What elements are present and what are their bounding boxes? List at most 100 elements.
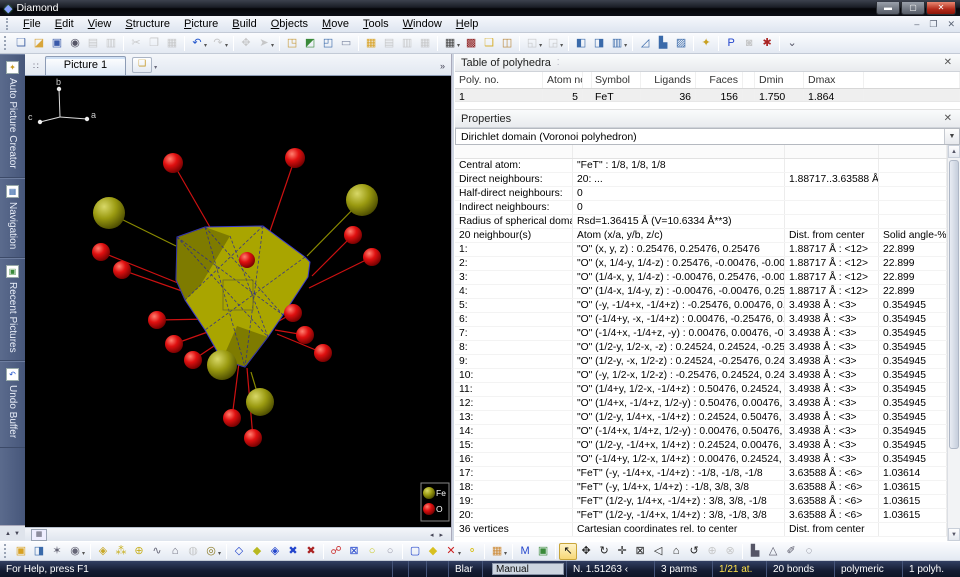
- property-row[interactable]: 15:"O" (1/2-y, -1/4+x, 1/4+z) : 0.24524,…: [455, 439, 947, 453]
- new-picture-dropdown-icon[interactable]: ▾: [154, 64, 157, 71]
- redo-icon[interactable]: ↷: [209, 35, 227, 52]
- panel-drag-handle-icon[interactable]: ⁚: [557, 58, 560, 67]
- spin-icon[interactable]: ↺: [685, 543, 703, 560]
- property-row[interactable]: 2:"O" (x, 1/4-y, 1/4-z) : 0.25476, -0.00…: [455, 257, 947, 271]
- powder-pattern-icon[interactable]: P: [722, 35, 740, 52]
- property-row[interactable]: Central atom:"FeT" : 1/8, 1/8, 1/8: [455, 159, 947, 173]
- mdi-restore-button[interactable]: ❐: [924, 19, 942, 30]
- sidebar-tab-recent-pictures[interactable]: ▣ Recent Pictures: [0, 258, 25, 362]
- menu-move[interactable]: Move: [315, 17, 356, 31]
- property-row[interactable]: 11:"O" (1/4+y, 1/2-x, -1/4+z) : 0.50476,…: [455, 383, 947, 397]
- property-row[interactable]: 16:"O" (-1/4+y, 1/2-x, 1/4+z) : 0.00476,…: [455, 453, 947, 467]
- remove-bonds-dropdown-icon[interactable]: ▾: [458, 550, 461, 557]
- menu-view[interactable]: View: [81, 17, 119, 31]
- rings-search-icon[interactable]: ○: [363, 543, 381, 560]
- atom-o[interactable]: [239, 252, 255, 268]
- translate-icon[interactable]: ✛: [613, 543, 631, 560]
- atom-o[interactable]: [223, 409, 241, 427]
- export-view-icon[interactable]: ◨: [30, 543, 48, 560]
- property-row[interactable]: 10:"O" (-y, 1/2-x, 1/2-z) : -0.25476, 0.…: [455, 369, 947, 383]
- move-center-icon[interactable]: ✥: [577, 543, 595, 560]
- fe-coordination-icon[interactable]: ⚬: [463, 543, 481, 560]
- menu-build[interactable]: Build: [225, 17, 263, 31]
- property-row[interactable]: 18:"FeT" (-y, 1/4+x, 1/4+z) : -1/8, 3/8,…: [455, 481, 947, 495]
- toolbar-grip[interactable]: [4, 544, 8, 558]
- tab-overflow-chevron-icon[interactable]: »: [436, 61, 449, 75]
- tab-picture-1[interactable]: Picture 1: [45, 56, 126, 75]
- toolbar-overflow-icon[interactable]: ⌄: [783, 35, 801, 52]
- paint-tool-icon[interactable]: ✐: [782, 543, 800, 560]
- elevate-icon[interactable]: ⌂: [667, 543, 685, 560]
- property-row[interactable]: 19:"FeT" (1/2-y, 1/4+x, -1/4+z) : 3/8, 3…: [455, 495, 947, 509]
- save-icon[interactable]: ▣: [48, 35, 66, 52]
- polygon-fill-icon[interactable]: ◆: [248, 543, 266, 560]
- bring-forward-icon[interactable]: ◲: [544, 35, 562, 52]
- property-row[interactable]: 36 verticesCartesian coordinates rel. to…: [455, 523, 947, 537]
- new-picture-tab-button[interactable]: ❑: [132, 57, 152, 73]
- property-row[interactable]: 3:"O" (1/4-x, y, 1/4-z) : -0.00476, 0.25…: [455, 271, 947, 285]
- connect-atoms-icon[interactable]: ∿: [148, 543, 166, 560]
- atom-o[interactable]: [244, 429, 262, 447]
- track-2-icon[interactable]: ⊗: [721, 543, 739, 560]
- viewing-tools-dropdown-icon[interactable]: ▾: [82, 550, 85, 557]
- properties-close-icon[interactable]: ✕: [942, 113, 954, 124]
- window-picture-icon[interactable]: ◩: [301, 35, 319, 52]
- mdi-minimize-button[interactable]: –: [909, 19, 924, 29]
- grid-view-dropdown-icon[interactable]: ▾: [457, 42, 460, 49]
- print-preview-icon[interactable]: ▤: [84, 35, 102, 52]
- property-row[interactable]: 6:"O" (-1/4+y, -x, -1/4+z) : 0.00476, -0…: [455, 313, 947, 327]
- menu-tools[interactable]: Tools: [356, 17, 396, 31]
- window-new-icon[interactable]: ◳: [283, 35, 301, 52]
- atom-o[interactable]: [296, 326, 314, 344]
- chart-histogram-icon[interactable]: ▙: [654, 35, 672, 52]
- property-row[interactable]: 14:"O" (-1/4+x, 1/4+z, 1/2-y) : 0.00476,…: [455, 425, 947, 439]
- destroy-polyhedra-icon[interactable]: ✖: [284, 543, 302, 560]
- rotate-c-icon[interactable]: ↻: [595, 543, 613, 560]
- preferences-tools-icon[interactable]: ✱: [758, 35, 776, 52]
- sidebar-tab-auto-picture-creator[interactable]: ✦ Auto Picture Creator: [0, 54, 25, 178]
- combobox-dropdown-icon[interactable]: ▼: [944, 129, 959, 144]
- property-row[interactable]: Indirect neighbours:0: [455, 201, 947, 215]
- build-network-icon[interactable]: ⌂: [166, 543, 184, 560]
- atom-o[interactable]: [163, 153, 183, 173]
- atom-o[interactable]: [314, 344, 332, 362]
- zoom-fit-icon[interactable]: ⊠: [631, 543, 649, 560]
- polyhedra-table-row[interactable]: 15FeT361561.7501.864: [455, 89, 960, 102]
- property-row[interactable]: Radius of spherical domain:Rsd=1.36415 Å…: [455, 215, 947, 229]
- property-row[interactable]: 5:"O" (-y, -1/4+x, -1/4+z) : -0.25476, 0…: [455, 299, 947, 313]
- properties-scrollbar[interactable]: ▲ ▼: [947, 145, 960, 541]
- chart-distances-icon[interactable]: ◿: [636, 35, 654, 52]
- scroll-up-icon[interactable]: ▲: [948, 145, 960, 158]
- atom-o[interactable]: [344, 226, 362, 244]
- property-row[interactable]: 20:"FeT" (1/2-y, -1/4+x, 1/4+z) : 3/8, -…: [455, 509, 947, 523]
- property-row[interactable]: Direct neighbours:20: ...1.88717..3.6358…: [455, 173, 947, 187]
- menu-structure[interactable]: Structure: [118, 17, 177, 31]
- menu-help[interactable]: Help: [449, 17, 486, 31]
- menu-objects[interactable]: Objects: [264, 17, 315, 31]
- fill-atoms-icon[interactable]: ⁂: [112, 543, 130, 560]
- sidebar-tab-undo-buffer[interactable]: ↶ Undo Buffer: [0, 361, 25, 447]
- menu-picture[interactable]: Picture: [177, 17, 225, 31]
- layout-table-dropdown-icon[interactable]: ▾: [624, 42, 627, 49]
- polyhedra-close-icon[interactable]: ✕: [942, 57, 954, 68]
- scroll-down-icon[interactable]: ▼: [948, 528, 960, 541]
- paste-icon[interactable]: ▦: [163, 35, 181, 52]
- table-column-icon[interactable]: ▥: [398, 35, 416, 52]
- picture-wizard-icon[interactable]: ✶: [48, 543, 66, 560]
- atom-o[interactable]: [284, 304, 302, 322]
- add-atom-icon[interactable]: ⊕: [130, 543, 148, 560]
- property-selector-combobox[interactable]: Dirichlet domain (Voronoi polyhedron) ▼: [455, 128, 960, 145]
- rings-clear-icon[interactable]: ○: [381, 543, 399, 560]
- track-1-icon[interactable]: ⊕: [703, 543, 721, 560]
- maximize-button[interactable]: ▢: [901, 2, 925, 15]
- coordination-sphere-dropdown-icon[interactable]: ▾: [218, 550, 221, 557]
- select-arrow-icon[interactable]: ↖: [559, 543, 577, 560]
- atom-o[interactable]: [148, 311, 166, 329]
- property-row[interactable]: 13:"O" (1/2-y, 1/4+x, -1/4+z) : 0.24524,…: [455, 411, 947, 425]
- pan-hand-icon[interactable]: ✥: [237, 35, 255, 52]
- pointer-select-icon[interactable]: ➤: [255, 35, 273, 52]
- tilt-left-icon[interactable]: ◁: [649, 543, 667, 560]
- unit-cell-frame-icon[interactable]: ▢: [406, 543, 424, 560]
- export-picture-icon[interactable]: ◫: [498, 35, 516, 52]
- bond-network-icon[interactable]: ⊠: [345, 543, 363, 560]
